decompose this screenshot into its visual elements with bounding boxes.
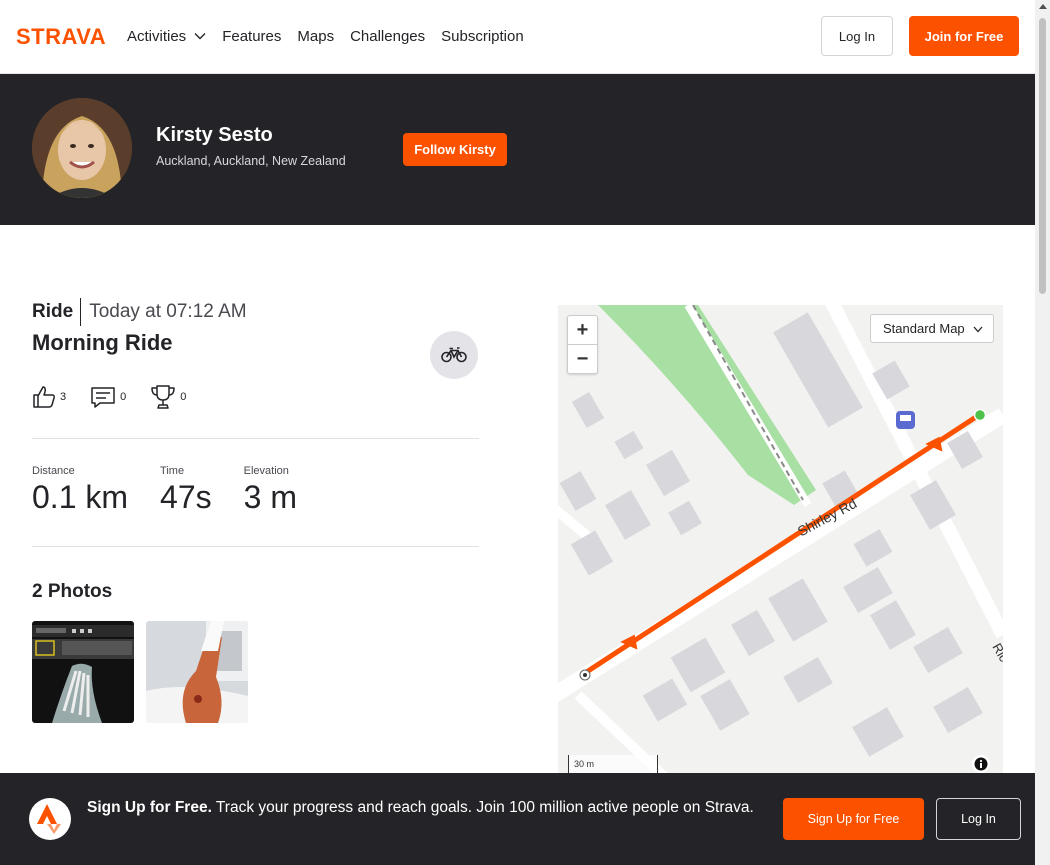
page-scrollbar[interactable] [1035, 0, 1050, 865]
map-style-value: Standard Map [883, 321, 965, 336]
trophy-icon [151, 385, 175, 409]
comments-count[interactable]: 0 [90, 385, 126, 409]
svg-text:STRAVA: STRAVA [16, 24, 106, 48]
nav-activities[interactable]: Activities [127, 25, 206, 47]
activity-title: Morning Ride [32, 330, 173, 355]
nav-subscription[interactable]: Subscription [441, 25, 524, 47]
photo-thumbnail-1[interactable] [32, 621, 134, 723]
stat-label: Time [160, 465, 185, 477]
stat-value: 3 m [243, 479, 297, 515]
join-button[interactable]: Join for Free [909, 16, 1019, 56]
chevron-down-icon [973, 326, 983, 333]
strava-logo[interactable]: STRAVA [16, 24, 111, 48]
comments-value: 0 [120, 391, 127, 403]
activity-date: Today at 07:12 AM [89, 301, 247, 322]
map-scale: 30 m [568, 755, 658, 775]
cast-photo [146, 621, 248, 723]
nav-features-label: Features [222, 27, 282, 45]
kudos-count[interactable]: 3 [32, 385, 66, 409]
athlete-avatar[interactable] [32, 98, 132, 198]
comment-icon [91, 387, 115, 408]
route-start-icon [973, 408, 987, 422]
scroll-thumb[interactable] [1039, 18, 1046, 294]
banner-login-button[interactable]: Log In [936, 798, 1021, 840]
xray-photo [32, 621, 134, 723]
follow-button[interactable]: Follow Kirsty [403, 133, 507, 166]
activity-stats: Distance 0.1 km Time 47s Elevation 3 m [32, 465, 329, 516]
athlete-header: Kirsty Sesto Auckland, Auckland, New Zea… [0, 74, 1035, 225]
nav-challenges-label: Challenges [350, 27, 426, 45]
nav-activities-label: Activities [127, 27, 187, 45]
activity-type-row: Ride Today at 07:12 AM [32, 298, 247, 326]
bike-icon [441, 347, 467, 363]
strava-mark-icon [29, 798, 71, 840]
photos-title: 2 Photos [32, 581, 113, 602]
social-stats: 3 0 0 [32, 384, 210, 410]
achievements-value: 0 [180, 391, 187, 403]
signup-button[interactable]: Sign Up for Free [783, 798, 924, 840]
stat-time: Time 47s [160, 465, 212, 516]
nav-challenges[interactable]: Challenges [350, 25, 425, 47]
sport-badge [430, 331, 478, 379]
achievements-count[interactable]: 0 [150, 384, 186, 410]
signup-headline: Sign Up for Free. [87, 799, 212, 816]
map-style-select[interactable]: Standard Map [870, 314, 994, 343]
divider [32, 546, 479, 547]
zoom-in-button[interactable]: + [568, 316, 597, 345]
nav-links: Activities Features Maps Challenges Subs… [127, 25, 540, 47]
zoom-out-button[interactable]: − [568, 345, 597, 374]
nav-maps[interactable]: Maps [297, 25, 334, 47]
map-zoom-control: + − [567, 315, 598, 374]
chevron-down-icon [194, 33, 206, 40]
stat-distance: Distance 0.1 km [32, 465, 128, 516]
stat-elevation: Elevation 3 m [244, 465, 297, 516]
kudos-value: 3 [60, 391, 67, 403]
info-icon[interactable] [972, 755, 990, 773]
stat-value: 47s [160, 479, 212, 515]
thumbs-up-icon [33, 386, 55, 408]
map-canvas[interactable]: Shirley Rd Ric [558, 305, 1003, 780]
login-button[interactable]: Log In [821, 16, 893, 56]
nav-maps-label: Maps [297, 27, 335, 45]
activity-map[interactable]: Shirley Rd Ric + − Standard Map 30 m [558, 305, 1003, 780]
scroll-up-arrow-icon[interactable] [1039, 4, 1047, 9]
nav-subscription-label: Subscription [441, 27, 524, 45]
activity-type: Ride [32, 298, 82, 326]
athlete-location: Auckland, Auckland, New Zealand [156, 154, 346, 168]
signup-banner: Sign Up for Free. Track your progress an… [0, 773, 1035, 865]
top-navigation: STRAVA Activities Features Maps Challeng… [0, 0, 1035, 74]
avatar-photo [32, 98, 132, 198]
stat-value: 0.1 km [32, 479, 129, 515]
signup-body: Track your progress and reach goals. Joi… [211, 799, 754, 816]
divider [32, 438, 479, 439]
athlete-name[interactable]: Kirsty Sesto [156, 124, 273, 147]
signup-message: Sign Up for Free. Track your progress an… [87, 797, 767, 819]
stat-label: Elevation [243, 465, 289, 477]
photo-thumbnail-2[interactable] [146, 621, 248, 723]
nav-features[interactable]: Features [222, 25, 281, 47]
stat-label: Distance [32, 465, 75, 477]
